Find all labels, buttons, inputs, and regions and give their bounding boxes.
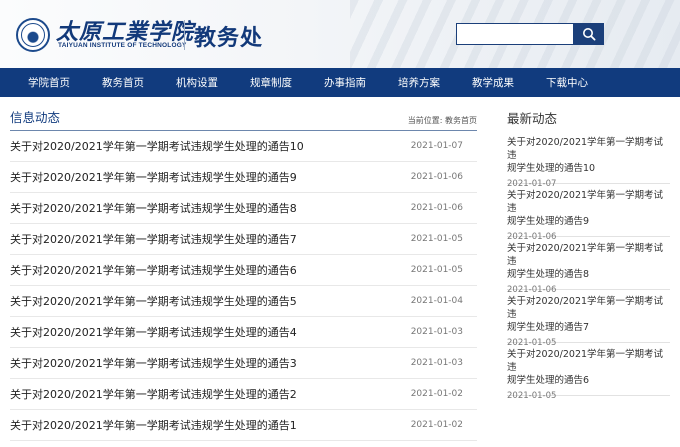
department-title: 教务处 <box>194 26 264 51</box>
search-input[interactable] <box>456 23 574 45</box>
news-title[interactable]: 关于对2020/2021学年第一学期考试违规学生处理的通告10 <box>10 138 304 154</box>
news-section: 信息动态 当前位置: 教务首页 关于对2020/2021学年第一学期考试违规学生… <box>10 97 477 441</box>
news-title[interactable]: 关于对2020/2021学年第一学期考试违规学生处理的通告6 <box>10 262 297 278</box>
news-date: 2021-01-04 <box>410 296 463 306</box>
news-date: 2021-01-05 <box>410 234 463 244</box>
nav-item-downloads[interactable]: 下载中心 <box>530 75 604 90</box>
latest-news-item-title-line1[interactable]: 关于对2020/2021学年第一学期考试违 <box>507 295 670 321</box>
latest-news-item-title-line1[interactable]: 关于对2020/2021学年第一学期考试违 <box>507 242 670 268</box>
latest-news-item-date: 2021-01-05 <box>507 391 557 401</box>
news-section-header: 信息动态 当前位置: 教务首页 <box>10 97 477 131</box>
news-title[interactable]: 关于对2020/2021学年第一学期考试违规学生处理的通告5 <box>10 293 297 309</box>
news-date: 2021-01-05 <box>410 265 463 275</box>
news-title[interactable]: 关于对2020/2021学年第一学期考试违规学生处理的通告2 <box>10 386 297 402</box>
news-date: 2021-01-03 <box>410 327 463 337</box>
news-title[interactable]: 关于对2020/2021学年第一学期考试违规学生处理的通告4 <box>10 324 297 340</box>
latest-news-item-title-line1[interactable]: 关于对2020/2021学年第一学期考试违 <box>507 136 670 162</box>
latest-news-item-title-line1[interactable]: 关于对2020/2021学年第一学期考试违 <box>507 189 670 215</box>
latest-news-item-title-line2[interactable]: 规学生处理的通告8 <box>507 268 670 281</box>
news-date: 2021-01-02 <box>410 420 463 430</box>
news-date: 2021-01-03 <box>410 358 463 368</box>
latest-news-item[interactable]: 关于对2020/2021学年第一学期考试违 规学生处理的通告6 2021-01-… <box>507 343 670 401</box>
nav-item-regulations[interactable]: 规章制度 <box>234 75 308 90</box>
list-item[interactable]: 关于对2020/2021学年第一学期考试违规学生处理的通告7 2021-01-0… <box>10 224 477 255</box>
search-icon <box>583 28 596 41</box>
school-name-en: TAIYUAN INSTITUTE OF TECHNOLOGY <box>58 42 187 49</box>
latest-news-item-title-line2[interactable]: 规学生处理的通告9 <box>507 215 670 228</box>
news-title[interactable]: 关于对2020/2021学年第一学期考试违规学生处理的通告9 <box>10 169 297 185</box>
list-item[interactable]: 关于对2020/2021学年第一学期考试违规学生处理的通告8 2021-01-0… <box>10 193 477 224</box>
site-header: 太原工業学院 TAIYUAN INSTITUTE OF TECHNOLOGY 教… <box>0 0 680 68</box>
news-date: 2021-01-06 <box>410 203 463 213</box>
latest-news-item-title-line2[interactable]: 规学生处理的通告6 <box>507 374 670 387</box>
breadcrumb: 当前位置: 教务首页 <box>407 116 477 125</box>
nav-item-service-guide[interactable]: 办事指南 <box>308 75 382 90</box>
nav-item-organization[interactable]: 机构设置 <box>160 75 234 90</box>
news-date: 2021-01-07 <box>410 141 463 151</box>
school-emblem-icon[interactable] <box>16 18 50 52</box>
list-item[interactable]: 关于对2020/2021学年第一学期考试违规学生处理的通告1 2021-01-0… <box>10 410 477 441</box>
header-divider <box>184 20 185 50</box>
latest-news-item[interactable]: 关于对2020/2021学年第一学期考试违 规学生处理的通告9 2021-01-… <box>507 184 670 242</box>
list-item[interactable]: 关于对2020/2021学年第一学期考试违规学生处理的通告10 2021-01-… <box>10 131 477 162</box>
news-title[interactable]: 关于对2020/2021学年第一学期考试违规学生处理的通告8 <box>10 200 297 216</box>
latest-news-item-title-line2[interactable]: 规学生处理的通告7 <box>507 321 670 334</box>
list-item[interactable]: 关于对2020/2021学年第一学期考试违规学生处理的通告9 2021-01-0… <box>10 162 477 193</box>
search-box <box>456 23 604 45</box>
list-item[interactable]: 关于对2020/2021学年第一学期考试违规学生处理的通告4 2021-01-0… <box>10 317 477 348</box>
main-nav: 学院首页 教务首页 机构设置 规章制度 办事指南 培养方案 教学成果 下载中心 <box>0 68 680 97</box>
latest-news-item-title-line2[interactable]: 规学生处理的通告10 <box>507 162 670 175</box>
nav-item-training-plan[interactable]: 培养方案 <box>382 75 456 90</box>
news-title[interactable]: 关于对2020/2021学年第一学期考试违规学生处理的通告3 <box>10 355 297 371</box>
list-item[interactable]: 关于对2020/2021学年第一学期考试违规学生处理的通告3 2021-01-0… <box>10 348 477 379</box>
news-title[interactable]: 关于对2020/2021学年第一学期考试违规学生处理的通告1 <box>10 417 297 433</box>
latest-news-item[interactable]: 关于对2020/2021学年第一学期考试违 规学生处理的通告10 2021-01… <box>507 131 670 189</box>
news-title[interactable]: 关于对2020/2021学年第一学期考试违规学生处理的通告7 <box>10 231 297 247</box>
list-item[interactable]: 关于对2020/2021学年第一学期考试违规学生处理的通告6 2021-01-0… <box>10 255 477 286</box>
latest-news-title: 最新动态 <box>507 111 558 126</box>
latest-news-item[interactable]: 关于对2020/2021学年第一学期考试违 规学生处理的通告8 2021-01-… <box>507 237 670 295</box>
latest-news-item[interactable]: 关于对2020/2021学年第一学期考试违 规学生处理的通告7 2021-01-… <box>507 290 670 348</box>
nav-item-college-home[interactable]: 学院首页 <box>12 75 86 90</box>
list-item[interactable]: 关于对2020/2021学年第一学期考试违规学生处理的通告2 2021-01-0… <box>10 379 477 410</box>
news-section-title: 信息动态 <box>10 110 61 125</box>
news-date: 2021-01-06 <box>410 172 463 182</box>
nav-item-academic-home[interactable]: 教务首页 <box>86 75 160 90</box>
list-item[interactable]: 关于对2020/2021学年第一学期考试违规学生处理的通告5 2021-01-0… <box>10 286 477 317</box>
search-button[interactable] <box>574 23 604 45</box>
nav-item-teaching-results[interactable]: 教学成果 <box>456 75 530 90</box>
latest-news-item-title-line1[interactable]: 关于对2020/2021学年第一学期考试违 <box>507 348 670 374</box>
latest-news-sidebar: 最新动态 关于对2020/2021学年第一学期考试违 规学生处理的通告10 20… <box>507 97 670 401</box>
news-date: 2021-01-02 <box>410 389 463 399</box>
latest-news-header: 最新动态 <box>507 97 670 131</box>
